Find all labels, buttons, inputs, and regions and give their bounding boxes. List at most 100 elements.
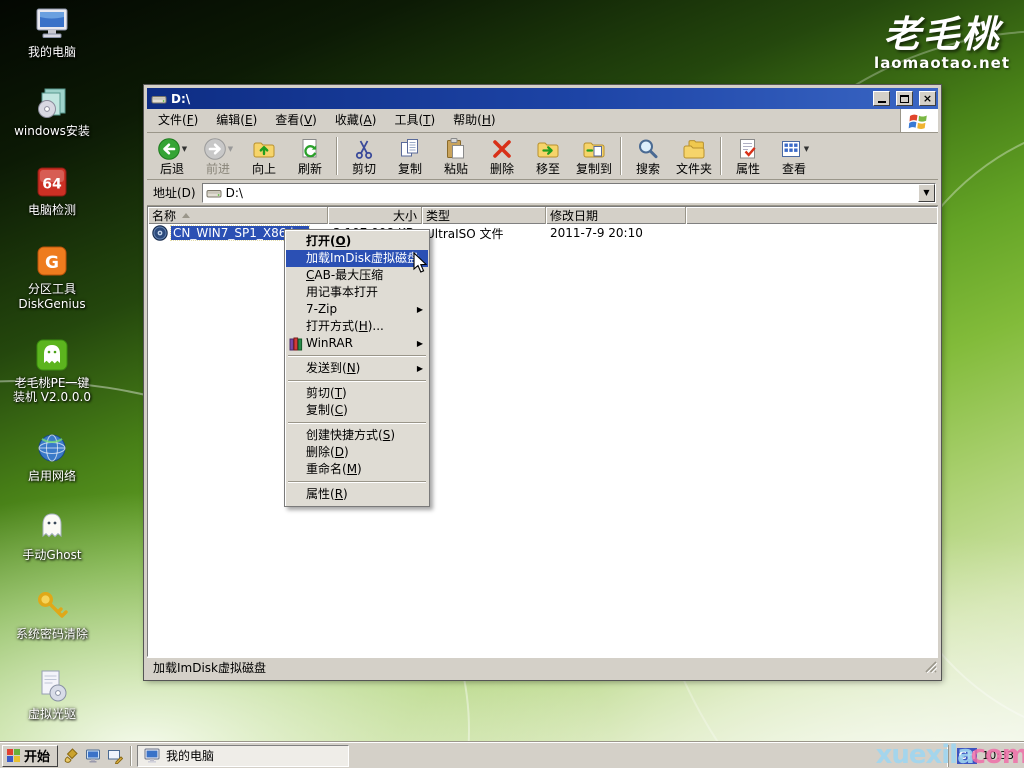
- dropdown-caret-icon[interactable]: ▼: [182, 145, 187, 153]
- desktop-icon-ghost[interactable]: 手动Ghost: [2, 509, 102, 562]
- start-logo-icon: [7, 749, 20, 762]
- toolbar-copy-button[interactable]: 复制: [387, 134, 433, 178]
- toolbar-views-button[interactable]: ▼查看: [771, 134, 817, 178]
- menu-item-3[interactable]: 收藏(A): [326, 109, 386, 132]
- desktop-icon-diskgenius[interactable]: G分区工具 DiskGenius: [2, 243, 102, 310]
- explorer-window: D:\ × 文件(F)编辑(E)查看(V)收藏(A)工具(T)帮助(H) ▼后退…: [144, 85, 941, 680]
- sort-ascending-icon: [182, 213, 190, 218]
- quick-launch: [61, 746, 125, 766]
- views-icon: [779, 137, 803, 161]
- column-header-0[interactable]: 名称: [148, 207, 328, 224]
- context-menu-item-13[interactable]: 创建快捷方式(S): [286, 427, 428, 444]
- desktop-icon-label: 启用网络: [28, 469, 76, 483]
- toolbar-properties-button[interactable]: 属性: [725, 134, 771, 178]
- desktop-icon-virtual-drive[interactable]: 虚拟光驱: [2, 668, 102, 721]
- menu-item-4[interactable]: 工具(T): [385, 109, 444, 132]
- virtual-drive-icon: [34, 668, 70, 704]
- taskbar: 开始 我的电脑 CH 10:33: [0, 742, 1024, 768]
- toolbar-folders-button[interactable]: 文件夹: [671, 134, 717, 178]
- context-menu-item-2[interactable]: CAB-最大压缩: [286, 267, 428, 284]
- iso-file-icon: [152, 225, 168, 241]
- context-menu-item-10[interactable]: 剪切(T): [286, 385, 428, 402]
- windows-logo-icon: [900, 109, 938, 132]
- column-header-2[interactable]: 类型: [422, 207, 546, 224]
- menu-item-0[interactable]: 文件(F): [149, 109, 207, 132]
- context-menu: 打开(O)加载ImDisk虚拟磁盘CAB-最大压缩用记事本打开7-Zip▶打开方…: [284, 229, 430, 507]
- context-menu-item-1[interactable]: 加载ImDisk虚拟磁盘: [286, 250, 428, 267]
- file-list-rows: CN_WIN7_SP1_X86.iso3,107,008 KBUltraISO …: [148, 224, 937, 242]
- desktop: 老毛桃 laomaotao.net 我的电脑windows安装64电脑检测G分区…: [0, 0, 1024, 768]
- password-key-icon: [34, 588, 70, 624]
- folders-icon: [682, 137, 706, 161]
- context-menu-item-17[interactable]: 属性(R): [286, 486, 428, 503]
- desktop-icon-label: 老毛桃PE一键 装机 V2.0.0.0: [13, 376, 91, 404]
- toolbar: ▼后退▼前进向上刷新剪切复制粘贴删除移至复制到搜索文件夹属性▼查看: [147, 133, 938, 180]
- column-header-filler: [686, 207, 937, 224]
- quick-launch-sweep-button[interactable]: [61, 746, 81, 766]
- minimize-button[interactable]: [873, 91, 890, 106]
- toolbar-forward-button[interactable]: ▼前进: [195, 134, 241, 178]
- context-menu-item-11[interactable]: 复制(C): [286, 402, 428, 419]
- context-menu-item-0[interactable]: 打开(O): [286, 233, 428, 250]
- toolbar-separator: [336, 137, 338, 175]
- status-text: 加载ImDisk虚拟磁盘: [153, 659, 266, 676]
- window-titlebar[interactable]: D:\ ×: [147, 88, 938, 109]
- maximize-button[interactable]: [896, 91, 913, 106]
- toolbar-up-button[interactable]: 向上: [241, 134, 287, 178]
- context-menu-item-15[interactable]: 重命名(M): [286, 461, 428, 478]
- file-row[interactable]: CN_WIN7_SP1_X86.iso3,107,008 KBUltraISO …: [148, 224, 937, 242]
- file-type: UltraISO 文件: [422, 225, 546, 242]
- desktop-icon-label: 分区工具 DiskGenius: [18, 282, 85, 310]
- context-menu-separator: [288, 380, 426, 382]
- task-button[interactable]: 我的电脑: [137, 745, 349, 767]
- context-menu-item-8[interactable]: 发送到(N)▶: [286, 360, 428, 377]
- submenu-arrow-icon: ▶: [417, 360, 423, 377]
- desktop-icon-my-computer[interactable]: 我的电脑: [2, 6, 102, 59]
- context-menu-separator: [288, 355, 426, 357]
- menu-item-5[interactable]: 帮助(H): [444, 109, 504, 132]
- context-menu-item-3[interactable]: 用记事本打开: [286, 284, 428, 301]
- properties-icon: [736, 137, 760, 161]
- language-indicator[interactable]: CH: [957, 748, 977, 764]
- task-buttons: 我的电脑: [137, 745, 349, 767]
- toolbar-refresh-button[interactable]: 刷新: [287, 134, 333, 178]
- desktop-icon-laomaotao-pe[interactable]: 老毛桃PE一键 装机 V2.0.0.0: [2, 337, 102, 404]
- pc-detect-icon: 64: [34, 164, 70, 200]
- context-menu-item-14[interactable]: 删除(D): [286, 444, 428, 461]
- copy-to-icon: [582, 137, 606, 161]
- desktop-icon-label: 虚拟光驱: [28, 707, 76, 721]
- quick-launch-show-desktop-button[interactable]: [105, 746, 125, 766]
- drive-icon: [206, 186, 222, 200]
- delete-icon: [490, 137, 514, 161]
- menu-item-1[interactable]: 编辑(E): [207, 109, 266, 132]
- dropdown-caret-icon[interactable]: ▼: [228, 145, 233, 153]
- column-header-3[interactable]: 修改日期: [546, 207, 686, 224]
- desktop-icon-password-key[interactable]: 系统密码清除: [2, 588, 102, 641]
- context-menu-item-6[interactable]: WinRAR▶: [286, 335, 428, 352]
- toolbar-move-to-button[interactable]: 移至: [525, 134, 571, 178]
- quick-launch-display-button[interactable]: [83, 746, 103, 766]
- close-button[interactable]: ×: [919, 91, 936, 106]
- address-input[interactable]: D:\ ▼: [202, 183, 936, 203]
- context-menu-item-4[interactable]: 7-Zip▶: [286, 301, 428, 318]
- column-header-1[interactable]: 大小: [328, 207, 422, 224]
- toolbar-search-button[interactable]: 搜索: [625, 134, 671, 178]
- resize-grip[interactable]: [924, 660, 937, 676]
- taskbar-clock[interactable]: 10:33: [982, 749, 1014, 762]
- toolbar-copy-to-button[interactable]: 复制到: [571, 134, 617, 178]
- toolbar-cut-button[interactable]: 剪切: [341, 134, 387, 178]
- context-menu-item-5[interactable]: 打开方式(H)...: [286, 318, 428, 335]
- menu-item-2[interactable]: 查看(V): [266, 109, 326, 132]
- desktop-icon-pc-detect[interactable]: 64电脑检测: [2, 164, 102, 217]
- address-dropdown-button[interactable]: ▼: [918, 184, 935, 202]
- desktop-icon-windows-install[interactable]: windows安装: [2, 85, 102, 138]
- back-icon: [157, 137, 181, 161]
- toolbar-back-button[interactable]: ▼后退: [149, 134, 195, 178]
- my-computer-small-icon: [144, 748, 161, 764]
- start-button[interactable]: 开始: [2, 745, 58, 767]
- desktop-icon-network[interactable]: 启用网络: [2, 430, 102, 483]
- copy-icon: [398, 137, 422, 161]
- toolbar-delete-button[interactable]: 删除: [479, 134, 525, 178]
- toolbar-paste-button[interactable]: 粘贴: [433, 134, 479, 178]
- dropdown-caret-icon[interactable]: ▼: [804, 145, 809, 153]
